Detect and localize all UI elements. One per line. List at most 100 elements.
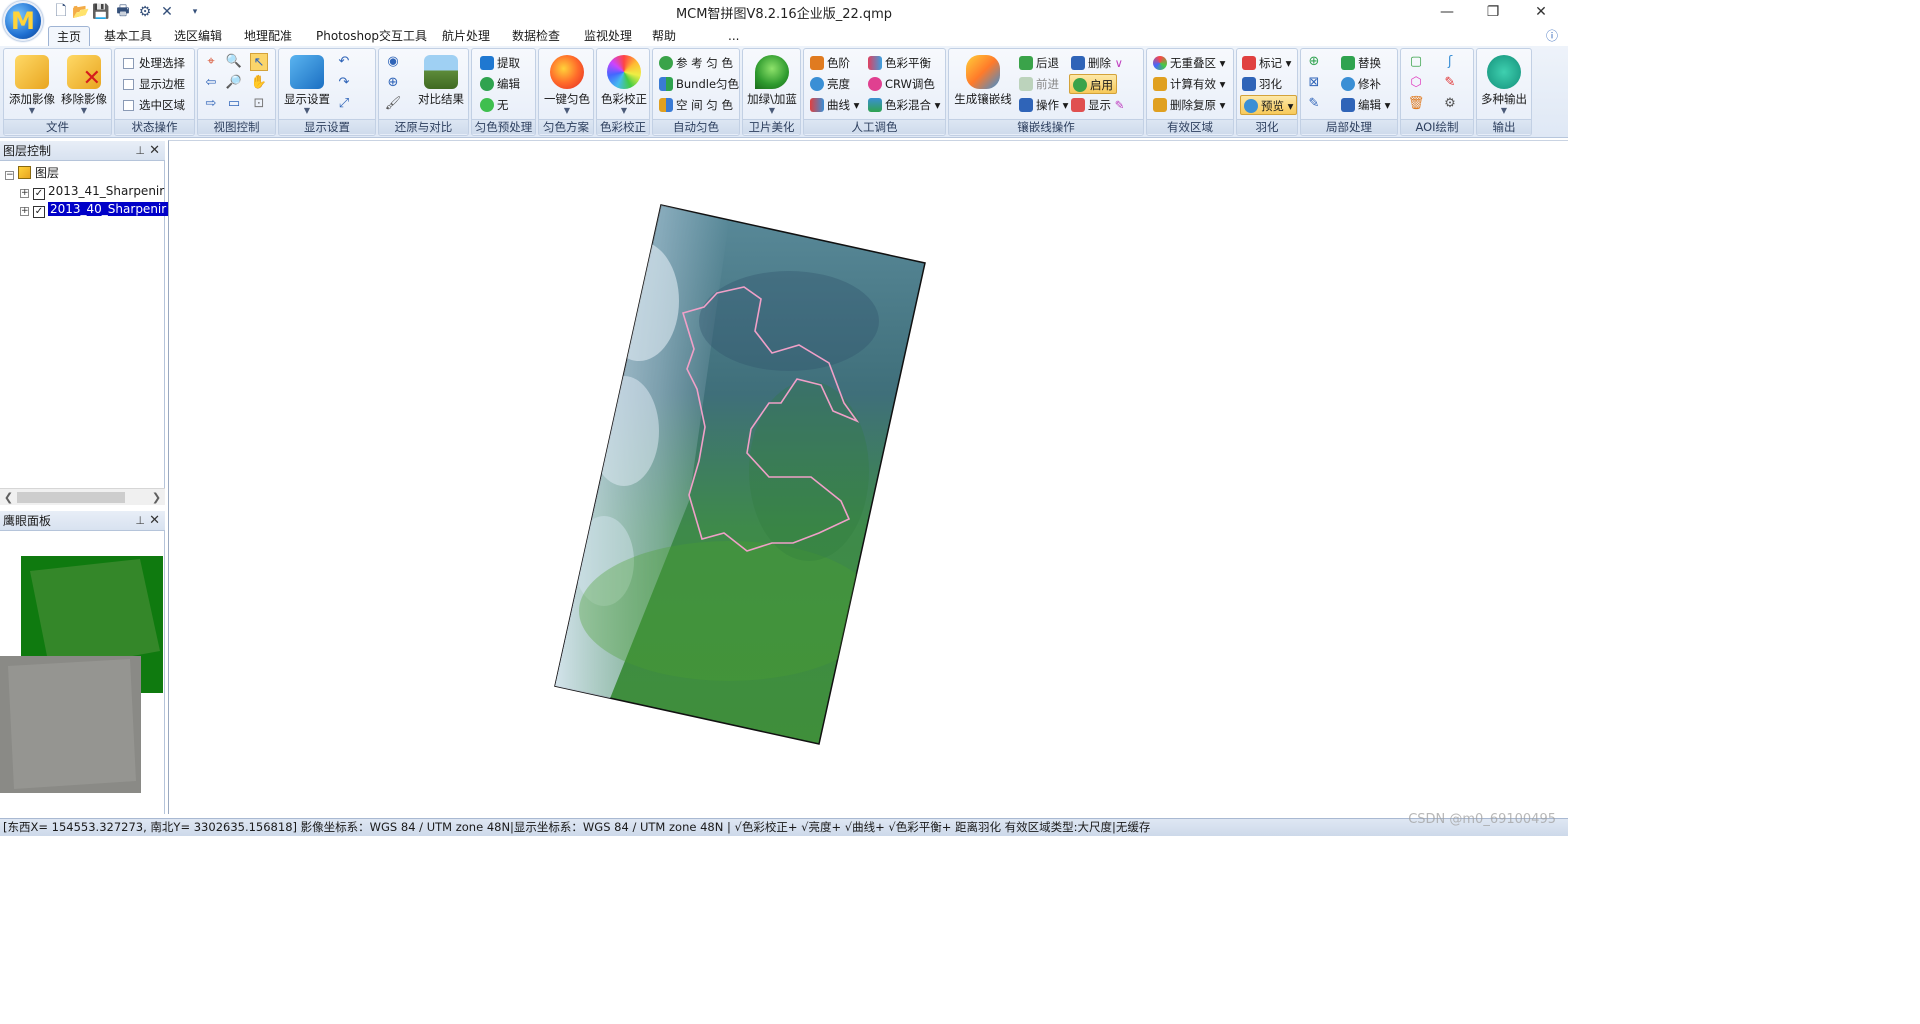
calc-valid-button[interactable]: 计算有效 ▾ [1153,74,1225,94]
scroll-left-arrow[interactable]: ❮ [0,489,17,506]
edit-button[interactable]: 编辑 [480,74,520,94]
tab-help[interactable]: 帮助 [652,26,676,46]
tab-more[interactable]: ... [728,26,739,46]
crw-tone-button[interactable]: CRW调色 [868,74,935,94]
local-region-icon[interactable]: ⊠ [1305,74,1323,92]
aoi-lasso-icon[interactable]: ʃ [1441,53,1459,71]
add-compare-icon[interactable]: ⊕ [384,74,402,92]
locate-icon[interactable]: ⌖ [202,53,220,71]
layer-panel-scrollbar[interactable]: ❮ ❯ [0,488,165,505]
delete-restore-button[interactable]: 删除复原 ▾ [1153,95,1225,115]
close-window-button[interactable]: ✕ [1518,0,1564,24]
tab-georeference[interactable]: 地理配准 [244,26,292,46]
layer-root[interactable]: − 图层 [5,164,59,182]
redo-icon[interactable]: ↷ [335,74,353,92]
pin-icon[interactable]: ⊥ [135,141,145,161]
seam-back-button[interactable]: 后退 [1019,53,1059,73]
local-add-icon[interactable]: ⊕ [1305,53,1323,71]
mark-button[interactable]: 标记 ▾ [1242,53,1291,73]
repair-button[interactable]: 修补 [1341,74,1381,94]
tab-monitor-processing[interactable]: 监视处理 [584,26,632,46]
scroll-thumb[interactable] [17,492,125,503]
globe-icon[interactable]: ◉ [384,53,402,71]
selected-area-checkbox[interactable]: 选中区域 [123,95,185,115]
aoi-pen-icon[interactable]: ✎ [1441,74,1459,92]
process-select-checkbox[interactable]: 处理选择 [123,53,185,73]
levels-button[interactable]: 色阶 [810,53,850,73]
seam-forward-button[interactable]: 前进 [1019,74,1059,94]
extract-button[interactable]: 提取 [480,53,520,73]
pin-icon[interactable]: ⊥ [135,511,145,531]
display-settings-button[interactable]: 显示设置 ▼ [281,53,333,115]
minimize-button[interactable]: — [1424,0,1470,24]
layer-item-selected[interactable]: + ✓ 2013_40_Sharpenir [20,200,169,218]
color-correct-button[interactable]: 色彩校正 ▼ [598,53,650,115]
print-icon[interactable]: 🖶 [114,3,132,21]
actual-size-icon[interactable]: ⊡ [250,95,268,113]
space-balance-button[interactable]: 空 间 匀 色 [659,95,733,115]
reference-balance-button[interactable]: 参 考 匀 色 [659,53,733,73]
aoi-polygon-icon[interactable]: ⬡ [1407,74,1425,92]
tab-selection-edit[interactable]: 选区编辑 [174,26,222,46]
curves-button[interactable]: 曲线 ▾ [810,95,859,115]
close-panel-icon[interactable]: ✕ [149,141,160,161]
layer-item[interactable]: + ✓ 2013_41_Sharpenir [20,182,164,200]
bundle-balance-button[interactable]: Bundle匀色 [659,74,739,94]
layer-visibility-checkbox[interactable]: ✓ [33,206,45,218]
save-icon[interactable]: 💾 [92,3,110,21]
tab-home[interactable]: 主页 [48,26,91,46]
color-mix-button[interactable]: 色彩混合 ▾ [868,95,940,115]
full-extent-icon[interactable]: ▭ [225,95,243,113]
close-x-icon[interactable]: ✕ [158,3,176,21]
back-arrow-icon[interactable]: ⇦ [202,74,220,92]
one-click-balance-button[interactable]: 一键匀色 ▼ [541,53,593,115]
compare-result-button[interactable]: 对比结果 [415,53,467,115]
select-arrow-icon[interactable]: ↖ [250,53,268,71]
expand-icon[interactable]: + [20,189,29,198]
brush-icon[interactable]: 🖌 [384,95,402,113]
aoi-settings-icon[interactable]: ⚙ [1441,95,1459,113]
eagle-eye-view[interactable] [0,531,165,814]
aoi-delete-icon[interactable]: 🗑 [1407,95,1425,113]
no-overlap-button[interactable]: 无重叠区 ▾ [1153,53,1225,73]
close-panel-icon[interactable]: ✕ [149,511,160,531]
tab-basic-tools[interactable]: 基本工具 [104,26,152,46]
brightness-button[interactable]: 亮度 [810,74,850,94]
new-file-icon[interactable]: 🗋 [52,3,70,21]
tab-aerial-processing[interactable]: 航片处理 [442,26,490,46]
multi-output-button[interactable]: 多种输出 ▼ [1478,53,1530,115]
scroll-right-arrow[interactable]: ❯ [148,489,165,506]
restore-button[interactable]: ❐ [1470,0,1516,24]
qat-customize-icon[interactable]: ▾ [186,3,204,21]
settings-gear-icon[interactable]: ⚙ [136,3,154,21]
color-balance-button[interactable]: 色彩平衡 [868,53,931,73]
seam-enable-button[interactable]: 启用 [1069,74,1117,94]
zoom-out-icon[interactable]: 🔎 [225,74,243,92]
open-folder-icon[interactable]: 📂 [72,3,90,21]
zoom-in-icon[interactable]: 🔍 [225,53,243,71]
seam-delete-button[interactable]: 删除 ∨ [1071,53,1123,73]
app-logo-button[interactable]: M [3,1,43,41]
layer-visibility-checkbox[interactable]: ✓ [33,188,45,200]
show-border-checkbox[interactable]: 显示边框 [123,74,185,94]
undo-icon[interactable]: ↶ [335,53,353,71]
seam-show-button[interactable]: 显示 ✎ [1071,95,1124,115]
aoi-rect-icon[interactable]: ▢ [1407,53,1425,71]
generate-seamline-button[interactable]: 生成镶嵌线 [952,53,1014,115]
add-image-button[interactable]: 添加影像 ▼ [6,53,58,115]
tab-data-check[interactable]: 数据检查 [512,26,560,46]
add-green-blue-button[interactable]: 加绿\加蓝 ▼ [746,53,798,115]
none-button[interactable]: 无 [480,95,509,115]
tab-photoshop-tools[interactable]: Photoshop交互工具 [316,26,427,46]
replace-button[interactable]: 替换 [1341,53,1381,73]
preview-button[interactable]: 预览 ▾ [1240,95,1298,115]
expand-icon[interactable]: + [20,207,29,216]
forward-arrow-icon[interactable]: ⇨ [202,95,220,113]
local-draw-icon[interactable]: ✎ [1305,95,1323,113]
pan-hand-icon[interactable]: ✋ [250,74,268,92]
seam-operate-button[interactable]: 操作 ▾ [1019,95,1068,115]
collapse-icon[interactable]: − [5,171,14,180]
map-canvas[interactable] [168,140,1568,814]
feather-button[interactable]: 羽化 [1242,74,1282,94]
local-edit-button[interactable]: 编辑 ▾ [1341,95,1390,115]
